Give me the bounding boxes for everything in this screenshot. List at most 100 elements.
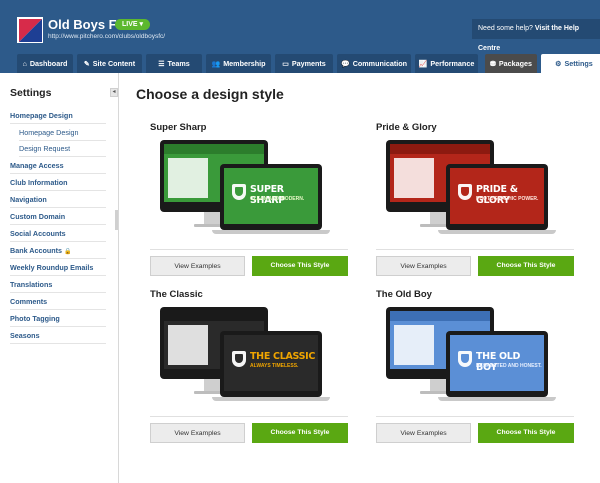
style-preview-image[interactable]: THE CLASSIC ALWAYS TIMELESS.: [160, 307, 335, 405]
sidebar-heading: Settings: [10, 87, 52, 99]
sidebar-item-label: Photo Tagging: [10, 314, 60, 323]
tab-label: Site Content: [92, 59, 136, 68]
crest-inner: [235, 187, 243, 196]
style-card-pride-glory: Pride & Glory PRIDE & GLORY PHOTOGRAPHIC P…: [376, 122, 576, 278]
package-icon: ⛃: [489, 61, 496, 68]
sidebar-item-label: Weekly Roundup Emails: [10, 263, 94, 272]
tab-label: Membership: [223, 59, 266, 68]
desktop-header-strip: [164, 144, 264, 154]
home-icon: ⌂: [22, 61, 27, 68]
club-url[interactable]: http://www.pitchero.com/clubs/oldboysfc/: [48, 33, 165, 40]
style-preview-image[interactable]: SUPER SHARP CLEAN AND MODERN.: [160, 140, 335, 238]
sidebar-item-label: Club Information: [10, 178, 68, 187]
view-examples-button[interactable]: View Examples: [150, 423, 245, 443]
laptop-screen: SUPER SHARP CLEAN AND MODERN.: [224, 168, 318, 224]
preview-subtitle: RESPECTED AND HONEST.: [476, 363, 542, 369]
sidebar-scrollbar[interactable]: [115, 210, 118, 230]
choose-style-button[interactable]: Choose This Style: [478, 423, 574, 443]
sidebar-item-label: Design Request: [19, 144, 71, 153]
list-icon: ☰: [158, 61, 165, 68]
help-box: Need some help? Visit the Help Centre: [472, 19, 600, 52]
card-divider: [150, 416, 348, 417]
sidebar-item-custom-domain[interactable]: Custom Domain: [10, 208, 106, 225]
choose-style-button[interactable]: Choose This Style: [478, 256, 574, 276]
tab-settings[interactable]: ⚙ Settings: [541, 54, 600, 73]
gear-icon: ⚙: [555, 61, 562, 68]
page-title: Choose a design style: [136, 86, 284, 102]
laptop: THE OLD BOY RESPECTED AND HONEST.: [446, 331, 548, 397]
desktop-content-block: [394, 325, 434, 365]
club-crest-icon: [232, 351, 246, 367]
laptop-base: [212, 230, 330, 234]
view-examples-button[interactable]: View Examples: [376, 423, 471, 443]
style-name: Pride & Glory: [376, 122, 437, 133]
sidebar-item-homepage-design[interactable]: Homepage Design: [10, 107, 106, 124]
tab-packages[interactable]: ⛃ Packages: [485, 54, 537, 73]
desktop-header-strip: [390, 144, 490, 154]
view-examples-button[interactable]: View Examples: [150, 256, 245, 276]
style-card-the-classic: The Classic THE CLASSIC ALWAYS TIMELESS. Vi…: [150, 289, 350, 445]
choose-style-button[interactable]: Choose This Style: [252, 256, 348, 276]
lock-icon: 🔒: [64, 249, 72, 255]
chat-icon: 💬: [340, 61, 350, 68]
style-card-the-old-boy: The Old Boy THE OLD BOY RESPECTED AND HONE…: [376, 289, 576, 445]
laptop-base: [438, 397, 556, 401]
sidebar-item-label: Manage Access: [10, 161, 64, 170]
laptop-base: [212, 397, 330, 401]
club-logo[interactable]: [17, 17, 43, 43]
sidebar-item-label: Navigation: [10, 195, 47, 204]
chart-icon: 📈: [418, 61, 428, 68]
tab-label: Performance: [430, 59, 475, 68]
collapse-sidebar-icon[interactable]: ◂: [110, 88, 118, 97]
sidebar-item-homepage-design-sub[interactable]: Homepage Design: [19, 124, 106, 141]
tab-communication[interactable]: 💬 Communication: [337, 54, 411, 73]
desktop-header-strip: [164, 311, 264, 321]
sidebar-item-bank-accounts[interactable]: Bank Accounts 🔒: [10, 242, 106, 259]
laptop-screen: THE CLASSIC ALWAYS TIMELESS.: [224, 335, 318, 391]
crest-inner: [235, 354, 243, 363]
card-icon: ▭: [282, 61, 289, 68]
live-status-badge[interactable]: LIVE ▾: [115, 19, 151, 30]
sidebar-item-translations[interactable]: Translations: [10, 276, 106, 293]
sidebar-item-comments[interactable]: Comments: [10, 293, 106, 310]
preview-title: THE CLASSIC: [250, 351, 316, 362]
style-preview-image[interactable]: PRIDE & GLORY PHOTOGRAPHIC POWER.: [386, 140, 561, 238]
style-name: The Classic: [150, 289, 203, 300]
tab-label: Teams: [167, 59, 190, 68]
tab-teams[interactable]: ☰ Teams: [146, 54, 202, 73]
sidebar-item-manage-access[interactable]: Manage Access: [10, 157, 106, 174]
sidebar-item-label: Social Accounts: [10, 229, 66, 238]
style-preview-image[interactable]: THE OLD BOY RESPECTED AND HONEST.: [386, 307, 561, 405]
crest-inner: [461, 187, 469, 196]
desktop-header-strip: [390, 311, 490, 321]
tab-dashboard[interactable]: ⌂ Dashboard: [17, 54, 73, 73]
sidebar-item-seasons[interactable]: Seasons: [10, 327, 106, 344]
tab-performance[interactable]: 📈 Performance: [415, 54, 478, 73]
sidebar-item-photo-tagging[interactable]: Photo Tagging: [10, 310, 106, 327]
club-crest-icon: [458, 351, 472, 367]
sidebar-item-weekly-roundup-emails[interactable]: Weekly Roundup Emails: [10, 259, 106, 276]
sidebar-item-navigation[interactable]: Navigation: [10, 191, 106, 208]
sidebar-item-label: Homepage Design: [10, 111, 73, 120]
crest-inner: [461, 354, 469, 363]
sidebar-item-label: Custom Domain: [10, 212, 66, 221]
tab-label: Payments: [291, 59, 326, 68]
tab-payments[interactable]: ▭ Payments: [275, 54, 333, 73]
card-divider: [150, 249, 348, 250]
sidebar-item-design-request[interactable]: Design Request: [19, 140, 106, 157]
tab-label: Settings: [564, 59, 593, 68]
choose-style-button[interactable]: Choose This Style: [252, 423, 348, 443]
sidebar-item-label: Seasons: [10, 331, 40, 340]
view-examples-button[interactable]: View Examples: [376, 256, 471, 276]
style-name: Super Sharp: [150, 122, 207, 133]
tab-site-content[interactable]: ✎ Site Content: [77, 54, 142, 73]
preview-subtitle: PHOTOGRAPHIC POWER.: [476, 196, 539, 202]
sidebar-item-label: Homepage Design: [19, 128, 79, 137]
sidebar-item-club-information[interactable]: Club Information: [10, 174, 106, 191]
tab-membership[interactable]: 👥 Membership: [206, 54, 271, 73]
sidebar-item-social-accounts[interactable]: Social Accounts: [10, 225, 106, 242]
help-prefix: Need some help?: [478, 25, 533, 32]
style-name: The Old Boy: [376, 289, 432, 300]
laptop: THE CLASSIC ALWAYS TIMELESS.: [220, 331, 322, 397]
desktop-content-block: [168, 158, 208, 198]
